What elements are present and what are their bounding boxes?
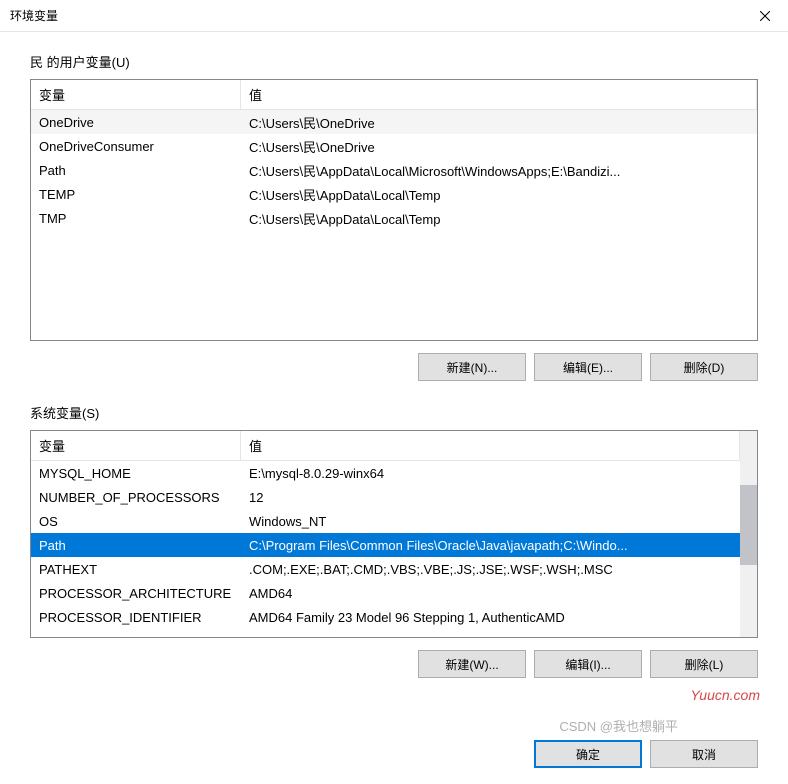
system-scrollbar[interactable] — [740, 431, 757, 637]
system-buttons: 新建(W)... 编辑(I)... 删除(L) — [30, 650, 758, 678]
dialog-footer: 确定 取消 — [0, 712, 788, 784]
close-icon — [760, 11, 770, 21]
table-row[interactable]: OneDriveConsumer C:\Users\民\OneDrive — [31, 134, 757, 158]
row-value: Windows_NT — [241, 514, 740, 529]
table-row[interactable]: MYSQL_HOME E:\mysql-8.0.29-winx64 — [31, 461, 740, 485]
user-header-value[interactable]: 值 — [241, 80, 757, 109]
row-variable: TMP — [31, 211, 241, 226]
table-row[interactable]: OneDrive C:\Users\民\OneDrive — [31, 110, 757, 134]
table-row[interactable]: PROCESSOR_ARCHITECTURE AMD64 — [31, 581, 740, 605]
user-new-button[interactable]: 新建(N)... — [418, 353, 526, 381]
system-section-label: 系统变量(S) — [30, 403, 758, 422]
row-value: C:\Users\民\OneDrive — [241, 137, 757, 156]
user-delete-button[interactable]: 删除(D) — [650, 353, 758, 381]
row-variable: PATHEXT — [31, 562, 241, 577]
system-table-header: 变量 值 — [31, 431, 757, 461]
row-value: AMD64 — [241, 586, 740, 601]
row-value: E:\mysql-8.0.29-winx64 — [241, 466, 740, 481]
row-value: 12 — [241, 490, 740, 505]
row-value: C:\Program Files\Common Files\Oracle\Jav… — [241, 538, 740, 553]
system-delete-button[interactable]: 删除(L) — [650, 650, 758, 678]
row-value: C:\Users\民\AppData\Local\Microsoft\Windo… — [241, 161, 757, 180]
user-table-header: 变量 值 — [31, 80, 757, 110]
row-variable: OS — [31, 514, 241, 529]
table-row[interactable]: TEMP C:\Users\民\AppData\Local\Temp — [31, 182, 757, 206]
row-variable: TEMP — [31, 187, 241, 202]
user-edit-button[interactable]: 编辑(E)... — [534, 353, 642, 381]
row-value: AMD64 Family 23 Model 96 Stepping 1, Aut… — [241, 610, 740, 625]
row-variable: OneDrive — [31, 115, 241, 130]
row-value: C:\Users\民\AppData\Local\Temp — [241, 209, 757, 228]
row-variable: PROCESSOR_IDENTIFIER — [31, 610, 241, 625]
user-buttons: 新建(N)... 编辑(E)... 删除(D) — [30, 353, 758, 381]
ok-button[interactable]: 确定 — [534, 740, 642, 768]
row-variable: PROCESSOR_ARCHITECTURE — [31, 586, 241, 601]
table-row[interactable]: TMP C:\Users\民\AppData\Local\Temp — [31, 206, 757, 230]
system-table-body: MYSQL_HOME E:\mysql-8.0.29-winx64 NUMBER… — [31, 461, 757, 629]
close-button[interactable] — [742, 0, 788, 32]
table-row[interactable]: PROCESSOR_IDENTIFIER AMD64 Family 23 Mod… — [31, 605, 740, 629]
system-header-variable[interactable]: 变量 — [31, 431, 241, 460]
table-row[interactable]: Path C:\Users\民\AppData\Local\Microsoft\… — [31, 158, 757, 182]
table-row[interactable]: NUMBER_OF_PROCESSORS 12 — [31, 485, 740, 509]
row-value: C:\Users\民\AppData\Local\Temp — [241, 185, 757, 204]
table-row[interactable]: PATHEXT .COM;.EXE;.BAT;.CMD;.VBS;.VBE;.J… — [31, 557, 740, 581]
row-variable: Path — [31, 538, 241, 553]
user-variables-section: 民 的用户变量(U) 变量 值 OneDrive C:\Users\民\OneD… — [30, 52, 758, 381]
row-variable: Path — [31, 163, 241, 178]
row-variable: MYSQL_HOME — [31, 466, 241, 481]
cancel-button[interactable]: 取消 — [650, 740, 758, 768]
row-value: C:\Users\民\OneDrive — [241, 113, 757, 132]
window-title: 环境变量 — [10, 7, 58, 24]
system-edit-button[interactable]: 编辑(I)... — [534, 650, 642, 678]
user-variables-table[interactable]: 变量 值 OneDrive C:\Users\民\OneDrive OneDri… — [30, 79, 758, 341]
table-row[interactable]: OS Windows_NT — [31, 509, 740, 533]
user-table-body: OneDrive C:\Users\民\OneDrive OneDriveCon… — [31, 110, 757, 230]
system-new-button[interactable]: 新建(W)... — [418, 650, 526, 678]
row-variable: NUMBER_OF_PROCESSORS — [31, 490, 241, 505]
table-row-selected[interactable]: Path C:\Program Files\Common Files\Oracl… — [31, 533, 740, 557]
scroll-thumb[interactable] — [740, 485, 757, 565]
system-header-value[interactable]: 值 — [241, 431, 740, 460]
user-header-variable[interactable]: 变量 — [31, 80, 241, 109]
titlebar: 环境变量 — [0, 0, 788, 32]
user-section-label: 民 的用户变量(U) — [30, 52, 758, 71]
row-variable: OneDriveConsumer — [31, 139, 241, 154]
system-variables-table[interactable]: 变量 值 MYSQL_HOME E:\mysql-8.0.29-winx64 N… — [30, 430, 758, 638]
dialog-body: 民 的用户变量(U) 变量 值 OneDrive C:\Users\民\OneD… — [0, 32, 788, 712]
row-value: .COM;.EXE;.BAT;.CMD;.VBS;.VBE;.JS;.JSE;.… — [241, 562, 740, 577]
system-variables-section: 系统变量(S) 变量 值 MYSQL_HOME E:\mysql-8.0.29-… — [30, 403, 758, 678]
